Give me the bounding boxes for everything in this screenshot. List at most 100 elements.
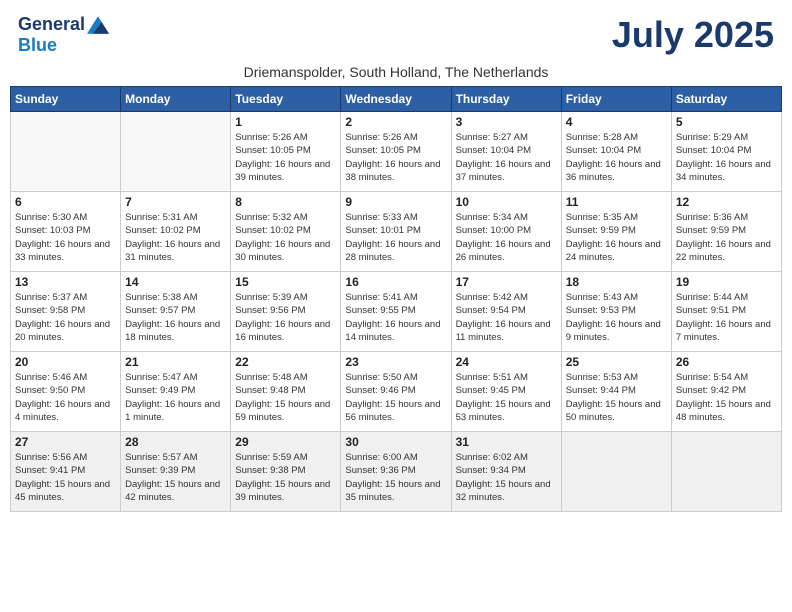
- calendar-day-cell: [671, 432, 781, 512]
- calendar-day-cell: 25 Sunrise: 5:53 AM Sunset: 9:44 PM Dayli…: [561, 352, 671, 432]
- calendar-day-cell: 8 Sunrise: 5:32 AM Sunset: 10:02 PM Dayli…: [231, 192, 341, 272]
- day-info: Sunrise: 5:26 AM Sunset: 10:05 PM Daylig…: [235, 131, 336, 184]
- calendar-day-cell: 24 Sunrise: 5:51 AM Sunset: 9:45 PM Dayli…: [451, 352, 561, 432]
- weekday-header-cell: Saturday: [671, 87, 781, 112]
- day-number: 7: [125, 195, 226, 209]
- day-number: 20: [15, 355, 116, 369]
- calendar-day-cell: 18 Sunrise: 5:43 AM Sunset: 9:53 PM Dayli…: [561, 272, 671, 352]
- calendar-day-cell: 1 Sunrise: 5:26 AM Sunset: 10:05 PM Dayli…: [231, 112, 341, 192]
- day-info: Sunrise: 5:36 AM Sunset: 9:59 PM Dayligh…: [676, 211, 777, 264]
- day-info: Sunrise: 5:46 AM Sunset: 9:50 PM Dayligh…: [15, 371, 116, 424]
- day-info: Sunrise: 5:57 AM Sunset: 9:39 PM Dayligh…: [125, 451, 226, 504]
- calendar-day-cell: 26Sunrise: 5:54 AM Sunset: 9:42 PM Dayli…: [671, 352, 781, 432]
- weekday-header-cell: Friday: [561, 87, 671, 112]
- calendar-day-cell: 4 Sunrise: 5:28 AM Sunset: 10:04 PM Dayli…: [561, 112, 671, 192]
- calendar-day-cell: 5 Sunrise: 5:29 AM Sunset: 10:04 PM Dayli…: [671, 112, 781, 192]
- day-info: Sunrise: 5:27 AM Sunset: 10:04 PM Daylig…: [456, 131, 557, 184]
- weekday-header-cell: Sunday: [11, 87, 121, 112]
- day-info: Sunrise: 5:53 AM Sunset: 9:44 PM Dayligh…: [566, 371, 667, 424]
- day-info: Sunrise: 5:29 AM Sunset: 10:04 PM Daylig…: [676, 131, 777, 184]
- day-number: 3: [456, 115, 557, 129]
- day-number: 21: [125, 355, 226, 369]
- calendar-day-cell: 10 Sunrise: 5:34 AM Sunset: 10:00 PM Dayl…: [451, 192, 561, 272]
- day-info: Sunrise: 6:02 AM Sunset: 9:34 PM Dayligh…: [456, 451, 557, 504]
- calendar-day-cell: 31 Sunrise: 6:02 AM Sunset: 9:34 PM Dayli…: [451, 432, 561, 512]
- day-number: 22: [235, 355, 336, 369]
- day-number: 8: [235, 195, 336, 209]
- calendar-day-cell: 22 Sunrise: 5:48 AM Sunset: 9:48 PM Dayli…: [231, 352, 341, 432]
- day-info: Sunrise: 5:51 AM Sunset: 9:45 PM Dayligh…: [456, 371, 557, 424]
- day-number: 13: [15, 275, 116, 289]
- day-number: 12: [676, 195, 777, 209]
- logo: General Blue: [18, 14, 109, 56]
- page-header: General Blue July 2025: [10, 10, 782, 60]
- day-number: 11: [566, 195, 667, 209]
- day-number: 17: [456, 275, 557, 289]
- day-info: Sunrise: 5:38 AM Sunset: 9:57 PM Dayligh…: [125, 291, 226, 344]
- calendar-day-cell: 17 Sunrise: 5:42 AM Sunset: 9:54 PM Dayli…: [451, 272, 561, 352]
- calendar-week-row: 6 Sunrise: 5:30 AM Sunset: 10:03 PM Dayli…: [11, 192, 782, 272]
- day-number: 15: [235, 275, 336, 289]
- day-info: Sunrise: 5:44 AM Sunset: 9:51 PM Dayligh…: [676, 291, 777, 344]
- calendar-day-cell: [11, 112, 121, 192]
- calendar-day-cell: 11 Sunrise: 5:35 AM Sunset: 9:59 PM Dayli…: [561, 192, 671, 272]
- calendar-day-cell: 9Sunrise: 5:33 AM Sunset: 10:01 PM Dayli…: [341, 192, 451, 272]
- calendar-day-cell: 7 Sunrise: 5:31 AM Sunset: 10:02 PM Dayli…: [121, 192, 231, 272]
- calendar-day-cell: 16 Sunrise: 5:41 AM Sunset: 9:55 PM Dayli…: [341, 272, 451, 352]
- day-number: 1: [235, 115, 336, 129]
- calendar-day-cell: 23Sunrise: 5:50 AM Sunset: 9:46 PM Dayli…: [341, 352, 451, 432]
- day-info: Sunrise: 5:26 AM Sunset: 10:05 PM Daylig…: [345, 131, 446, 184]
- day-number: 24: [456, 355, 557, 369]
- day-info: Sunrise: 5:48 AM Sunset: 9:48 PM Dayligh…: [235, 371, 336, 424]
- day-info: Sunrise: 5:41 AM Sunset: 9:55 PM Dayligh…: [345, 291, 446, 344]
- calendar-day-cell: 21Sunrise: 5:47 AM Sunset: 9:49 PM Dayli…: [121, 352, 231, 432]
- day-number: 9: [345, 195, 446, 209]
- calendar-week-row: 1 Sunrise: 5:26 AM Sunset: 10:05 PM Dayli…: [11, 112, 782, 192]
- calendar-week-row: 20 Sunrise: 5:46 AM Sunset: 9:50 PM Dayli…: [11, 352, 782, 432]
- day-number: 6: [15, 195, 116, 209]
- day-number: 4: [566, 115, 667, 129]
- day-info: Sunrise: 5:32 AM Sunset: 10:02 PM Daylig…: [235, 211, 336, 264]
- weekday-header-row: SundayMondayTuesdayWednesdayThursdayFrid…: [11, 87, 782, 112]
- day-info: Sunrise: 5:54 AM Sunset: 9:42 PM Dayligh…: [676, 371, 777, 424]
- calendar-day-cell: 15 Sunrise: 5:39 AM Sunset: 9:56 PM Dayli…: [231, 272, 341, 352]
- day-info: Sunrise: 5:35 AM Sunset: 9:59 PM Dayligh…: [566, 211, 667, 264]
- day-info: Sunrise: 5:39 AM Sunset: 9:56 PM Dayligh…: [235, 291, 336, 344]
- calendar-day-cell: 27Sunrise: 5:56 AM Sunset: 9:41 PM Dayli…: [11, 432, 121, 512]
- day-number: 5: [676, 115, 777, 129]
- day-number: 28: [125, 435, 226, 449]
- day-number: 16: [345, 275, 446, 289]
- day-number: 19: [676, 275, 777, 289]
- calendar-day-cell: 3 Sunrise: 5:27 AM Sunset: 10:04 PM Dayli…: [451, 112, 561, 192]
- day-number: 30: [345, 435, 446, 449]
- logo-text: General Blue: [18, 14, 109, 56]
- calendar-body: 1 Sunrise: 5:26 AM Sunset: 10:05 PM Dayli…: [11, 112, 782, 512]
- calendar-week-row: 13 Sunrise: 5:37 AM Sunset: 9:58 PM Dayli…: [11, 272, 782, 352]
- weekday-header-cell: Tuesday: [231, 87, 341, 112]
- day-info: Sunrise: 5:28 AM Sunset: 10:04 PM Daylig…: [566, 131, 667, 184]
- day-number: 14: [125, 275, 226, 289]
- day-number: 18: [566, 275, 667, 289]
- day-info: Sunrise: 5:59 AM Sunset: 9:38 PM Dayligh…: [235, 451, 336, 504]
- day-info: Sunrise: 5:42 AM Sunset: 9:54 PM Dayligh…: [456, 291, 557, 344]
- month-year-title: July 2025: [612, 14, 774, 56]
- weekday-header-cell: Monday: [121, 87, 231, 112]
- calendar-day-cell: 30Sunrise: 6:00 AM Sunset: 9:36 PM Dayli…: [341, 432, 451, 512]
- day-info: Sunrise: 5:37 AM Sunset: 9:58 PM Dayligh…: [15, 291, 116, 344]
- calendar-day-cell: 19 Sunrise: 5:44 AM Sunset: 9:51 PM Dayli…: [671, 272, 781, 352]
- day-number: 31: [456, 435, 557, 449]
- day-number: 10: [456, 195, 557, 209]
- calendar-day-cell: 14 Sunrise: 5:38 AM Sunset: 9:57 PM Dayli…: [121, 272, 231, 352]
- day-info: Sunrise: 5:50 AM Sunset: 9:46 PM Dayligh…: [345, 371, 446, 424]
- day-info: Sunrise: 5:56 AM Sunset: 9:41 PM Dayligh…: [15, 451, 116, 504]
- day-info: Sunrise: 5:34 AM Sunset: 10:00 PM Daylig…: [456, 211, 557, 264]
- weekday-header-cell: Wednesday: [341, 87, 451, 112]
- calendar-day-cell: 20 Sunrise: 5:46 AM Sunset: 9:50 PM Dayli…: [11, 352, 121, 432]
- day-info: Sunrise: 5:30 AM Sunset: 10:03 PM Daylig…: [15, 211, 116, 264]
- calendar-day-cell: 12 Sunrise: 5:36 AM Sunset: 9:59 PM Dayli…: [671, 192, 781, 272]
- day-info: Sunrise: 5:43 AM Sunset: 9:53 PM Dayligh…: [566, 291, 667, 344]
- calendar-day-cell: [561, 432, 671, 512]
- day-info: Sunrise: 5:31 AM Sunset: 10:02 PM Daylig…: [125, 211, 226, 264]
- weekday-header-cell: Thursday: [451, 87, 561, 112]
- day-number: 25: [566, 355, 667, 369]
